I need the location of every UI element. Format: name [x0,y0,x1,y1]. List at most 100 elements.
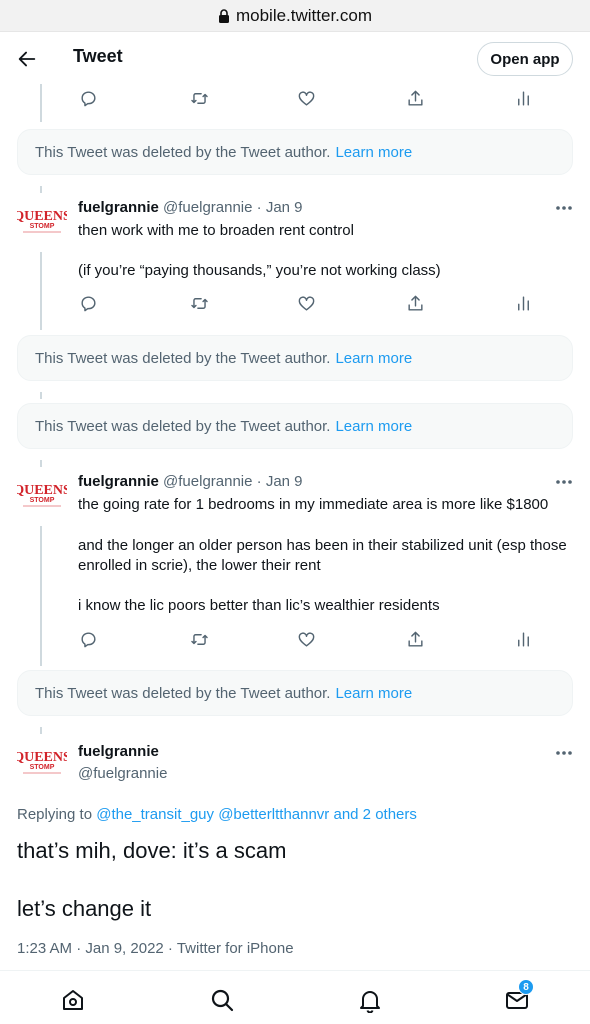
analytics-icon [517,295,529,311]
reply-button[interactable] [76,627,100,651]
thread-line [40,727,42,734]
bottom-navigation [0,970,590,1024]
more-options-button[interactable] [553,203,575,213]
mention-link[interactable]: @betterltthannvr [218,806,329,823]
deleted-notice-text: This Tweet was deleted by the Tweet auth… [35,143,331,161]
learn-more-link[interactable]: Learn more [335,418,412,435]
learn-more-link[interactable]: Learn more [335,144,412,161]
separator: · [256,199,262,216]
analytics-icon [517,90,529,106]
deleted-tweet-notice: This Tweet was deleted by the Tweet auth… [17,670,573,716]
thread-line [40,460,42,467]
more-options-button[interactable] [553,477,575,487]
retweet-button[interactable] [187,627,211,651]
url-text: mobile.twitter.com [235,5,373,25]
like-button[interactable] [294,627,318,651]
learn-more-link[interactable]: Learn more [335,350,412,367]
tweet-actions [0,291,590,315]
retweet-icon [190,92,208,104]
more-icon [556,751,572,755]
share-icon [407,295,423,311]
back-button[interactable] [14,46,40,72]
like-button[interactable] [294,291,318,315]
tweet-actions [0,86,590,110]
search-icon [211,989,234,1012]
open-app-button[interactable]: Open app [477,42,573,76]
avatar-text-bottom: STOMP [30,223,55,230]
separator: · [256,473,262,490]
author-name[interactable]: fuelgrannie [78,743,159,760]
tweet-timestamp[interactable]: 1:23 AM · Jan 9, 2022 · Twitter for iPho… [17,940,294,957]
tweet-text-line: enrolled in scrie), the lower their rent [78,557,321,574]
thread-line [40,186,42,193]
reply-button[interactable] [76,86,100,110]
tweet-text-line: the going rate for 1 bedrooms in my imme… [78,496,549,513]
avatar[interactable]: QUEENS STOMP [17,745,67,775]
top-header: Tweet Open app [0,32,590,84]
avatar-text-top: QUEENS [17,483,67,498]
main-tweet-text-line: that’s mih, dove: it’s a scam [17,838,287,863]
tweet-text-line: then work with me to broaden rent contro… [78,222,354,239]
notifications-icon [360,991,380,1013]
retweet-button[interactable] [187,86,211,110]
analytics-icon [517,631,529,647]
learn-more-link[interactable]: Learn more [335,685,412,702]
arrow-left-icon [18,51,36,67]
author-handle[interactable]: @fuelgrannie [163,473,252,490]
tweet-date[interactable]: Jan 9 [266,199,303,216]
others-link[interactable]: and 2 others [333,806,416,823]
share-icon [407,90,423,106]
retweet-button[interactable] [187,291,211,315]
reply-icon [80,295,96,311]
deleted-tweet-notice: This Tweet was deleted by the Tweet auth… [17,403,573,449]
notifications-tab[interactable] [357,987,383,1013]
deleted-tweet-notice: This Tweet was deleted by the Tweet auth… [17,335,573,381]
tweet-header: fuelgrannie @fuelgrannie · Jan 9 [78,199,303,216]
share-button[interactable] [403,627,427,651]
reply-icon [80,90,96,106]
page-title: Tweet [73,46,123,66]
search-tab[interactable] [209,987,235,1013]
deleted-notice-text: This Tweet was deleted by the Tweet auth… [35,349,331,367]
author-name[interactable]: fuelgrannie [78,199,159,216]
deleted-notice-text: This Tweet was deleted by the Tweet auth… [35,684,331,702]
more-icon [556,480,572,484]
reply-button[interactable] [76,291,100,315]
share-button[interactable] [403,291,427,315]
avatar-text-top: QUEENS [17,750,67,765]
retweet-icon [190,297,208,309]
analytics-button[interactable] [511,627,535,651]
deleted-tweet-notice: This Tweet was deleted by the Tweet auth… [17,129,573,175]
tweet-text-line: i know the lic poors better than lic’s w… [78,597,440,614]
analytics-button[interactable] [511,86,535,110]
tweet-date[interactable]: Jan 9 [266,473,303,490]
messages-badge: 8 [518,979,534,995]
tweet-text-line: (if you’re “paying thousands,” you’re no… [78,262,441,279]
like-icon [298,295,314,311]
like-icon [298,631,314,647]
like-icon [298,90,314,106]
mention-link[interactable]: @the_transit_guy [96,806,214,823]
reply-icon [80,631,96,647]
more-options-button[interactable] [553,748,575,758]
browser-url-bar[interactable]: mobile.twitter.com [0,0,590,32]
tweet-actions [0,627,590,651]
share-icon [407,631,423,647]
avatar-text-top: QUEENS [17,209,67,224]
share-button[interactable] [403,86,427,110]
deleted-notice-text: This Tweet was deleted by the Tweet auth… [35,417,331,435]
avatar[interactable]: QUEENS STOMP [17,478,67,508]
author-handle[interactable]: @fuelgrannie [78,765,167,782]
avatar-text-bottom: STOMP [30,764,55,771]
avatar[interactable]: QUEENS STOMP [17,204,67,234]
replying-prefix: Replying to [17,806,93,823]
home-tab[interactable] [60,987,86,1013]
more-icon [556,206,572,210]
retweet-icon [190,633,208,645]
like-button[interactable] [294,86,318,110]
author-name[interactable]: fuelgrannie [78,473,159,490]
analytics-button[interactable] [511,291,535,315]
avatar-text-bottom: STOMP [30,497,55,504]
replying-to: Replying to @the_transit_guy @betterltth… [17,806,417,823]
author-handle[interactable]: @fuelgrannie [163,199,252,216]
